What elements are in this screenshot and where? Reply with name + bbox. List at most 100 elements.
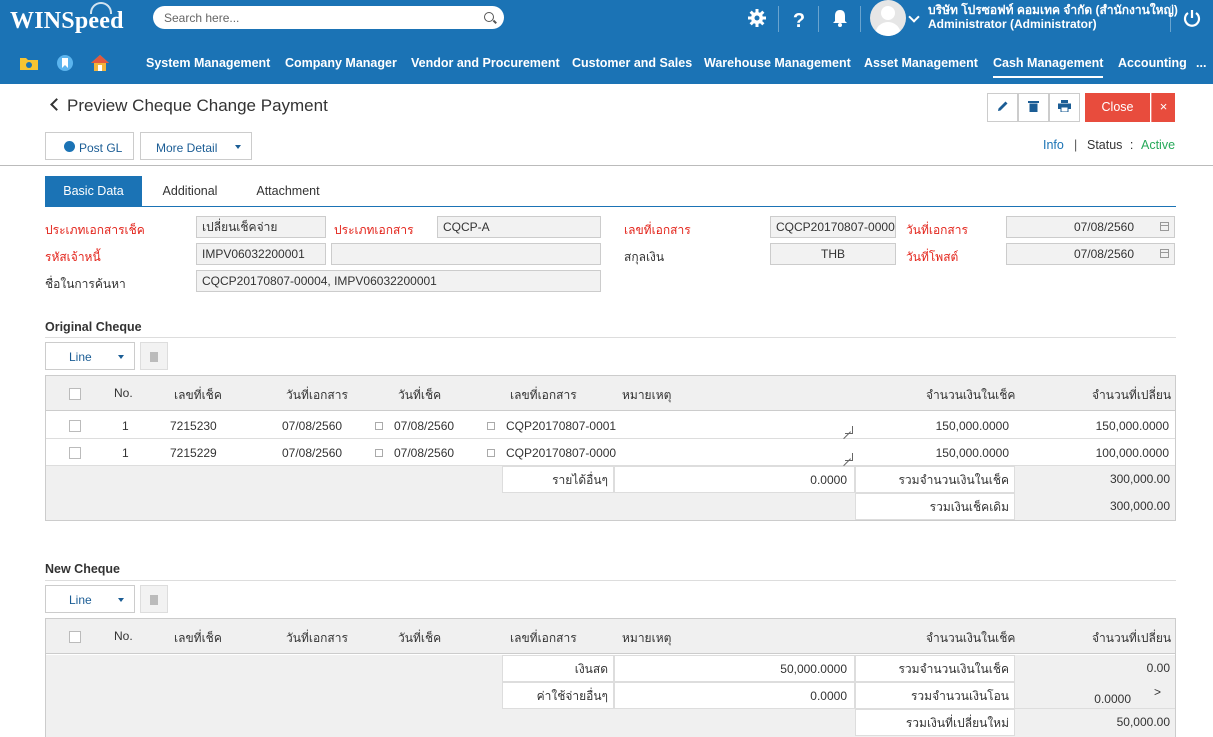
doc-date-field[interactable]: 07/08/2560 (1006, 216, 1175, 238)
print-button[interactable] (1049, 93, 1080, 122)
col-cheque-date: วันที่เช็ค (398, 631, 442, 645)
help-button[interactable]: ? (784, 4, 814, 32)
select-all-checkbox[interactable] (69, 631, 81, 643)
trash-icon (150, 352, 158, 362)
calendar-icon[interactable] (487, 422, 495, 430)
global-search (153, 6, 504, 29)
menu-vendor-procurement[interactable]: Vendor and Procurement (411, 56, 560, 70)
avatar[interactable] (870, 0, 906, 36)
caret-down-icon (235, 145, 241, 149)
col-cheque-no: เลขที่เช็ค (174, 631, 222, 645)
search-input[interactable] (164, 8, 474, 27)
bookmark-button[interactable] (56, 54, 76, 74)
new-delete-line-button[interactable] (140, 585, 168, 613)
tab-basic-data[interactable]: Basic Data (45, 176, 142, 207)
original-grid-footer: รายได้อื่นๆ 0.0000 รวมจำนวนเงินในเช็ค 30… (46, 466, 1175, 520)
tab-attachment[interactable]: Attachment (245, 176, 331, 207)
back-icon[interactable] (50, 98, 63, 111)
col-remark: หมายเหตุ (622, 631, 672, 645)
original-cheque-title: Original Cheque (45, 320, 142, 334)
calendar-icon[interactable] (1160, 249, 1169, 258)
question-icon: ? (792, 10, 806, 32)
currency-field[interactable]: THB (770, 243, 896, 265)
post-date-label: วันที่โพสต์ (906, 250, 959, 264)
doc-type-field[interactable]: CQCP-A (437, 216, 601, 238)
expand-arrow-icon[interactable]: > (1154, 685, 1161, 699)
power-icon (1183, 10, 1201, 27)
delete-button[interactable] (1018, 93, 1049, 122)
settings-button[interactable] (742, 4, 772, 32)
total-original-label: รวมเงินเช็คเดิม (855, 493, 1015, 520)
status-label: Status : (1087, 138, 1134, 152)
logout-button[interactable] (1177, 4, 1207, 32)
col-cheque-no: เลขที่เช็ค (174, 388, 222, 402)
col-changed: จำนวนที่เปลี่ยน (1092, 631, 1172, 645)
more-detail-button[interactable]: More Detail (140, 132, 252, 160)
resize-handle-icon[interactable] (845, 453, 853, 461)
doc-no-field[interactable]: CQCP20170807-00004 (770, 216, 896, 238)
menu-accounting[interactable]: Accounting (1118, 56, 1187, 70)
other-expense-field[interactable]: 0.0000 (614, 682, 855, 709)
notifications-button[interactable] (825, 4, 855, 32)
total-transfer-label: รวมจำนวนเงินโอน (855, 682, 1015, 709)
row-checkbox[interactable] (69, 420, 81, 432)
new-line-button[interactable]: Line (45, 585, 135, 613)
currency-label: สกุลเงิน (624, 250, 665, 264)
search-icon[interactable] (484, 12, 494, 22)
original-delete-line-button[interactable] (140, 342, 168, 370)
winspeed-logo[interactable]: WINSpeed (10, 2, 135, 40)
caret-down-icon (118, 355, 124, 359)
row-checkbox[interactable] (69, 447, 81, 459)
toolbar-divider (1170, 6, 1171, 32)
post-gl-button[interactable]: Post GL (45, 132, 134, 160)
total-transfer-value: 0.0000 (1015, 682, 1175, 709)
calendar-icon[interactable] (1160, 222, 1169, 231)
resize-handle-icon[interactable] (845, 426, 853, 434)
page-title: Preview Cheque Change Payment (67, 96, 328, 115)
main-menu: System Management Company Manager Vendor… (0, 44, 1213, 84)
col-doc-date: วันที่เอกสาร (286, 631, 348, 645)
menu-asset-management[interactable]: Asset Management (864, 56, 978, 70)
creditor-code-field[interactable]: IMPV06032200001 (196, 243, 326, 265)
calendar-icon[interactable] (375, 422, 383, 430)
chevron-down-icon[interactable] (908, 11, 920, 23)
select-all-checkbox[interactable] (69, 388, 81, 400)
cash-field[interactable]: 50,000.0000 (614, 655, 855, 682)
total-new-value: 50,000.00 (1015, 709, 1175, 736)
new-total-cheque-value: 0.00 (1015, 655, 1175, 682)
total-cheque-label: รวมจำนวนเงินในเช็ค (855, 466, 1015, 493)
creditor-name-field[interactable] (331, 243, 601, 265)
close-icon[interactable]: × (1151, 93, 1175, 122)
menu-company-manager[interactable]: Company Manager (285, 56, 397, 70)
folder-button[interactable] (19, 54, 39, 74)
gear-icon (748, 9, 766, 27)
other-income-field[interactable]: 0.0000 (614, 466, 855, 493)
col-remark: หมายเหตุ (622, 388, 672, 402)
menu-customer-sales[interactable]: Customer and Sales (572, 56, 692, 70)
original-line-button[interactable]: Line (45, 342, 135, 370)
tab-additional[interactable]: Additional (150, 176, 230, 207)
doc-type-label: ประเภทเอกสาร (334, 223, 414, 237)
table-row[interactable]: 1 7215230 07/08/2560 07/08/2560 CQP20170… (46, 412, 1175, 439)
doc-no-label: เลขที่เอกสาร (624, 223, 691, 237)
grid-header: No. เลขที่เช็ค วันที่เอกสาร วันที่เช็ค เ… (46, 619, 1175, 654)
menu-system-management[interactable]: System Management (146, 56, 270, 70)
post-date-field[interactable]: 07/08/2560 (1006, 243, 1175, 265)
bell-icon (833, 10, 847, 27)
table-row[interactable]: 1 7215229 07/08/2560 07/08/2560 CQP20170… (46, 439, 1175, 466)
menu-more[interactable]: ... (1196, 56, 1206, 70)
menu-warehouse-management[interactable]: Warehouse Management (704, 56, 851, 70)
calendar-icon[interactable] (487, 449, 495, 457)
search-name-field[interactable]: CQCP20170807-00004, IMPV06032200001 (196, 270, 601, 292)
col-amount: จำนวนเงินในเช็ค (926, 631, 1016, 645)
info-link[interactable]: Info (1043, 138, 1064, 152)
edit-button[interactable] (987, 93, 1018, 122)
cheque-doc-type-field[interactable]: เปลี่ยนเช็คจ่าย (196, 216, 326, 238)
close-button[interactable]: Close (1085, 93, 1150, 122)
user-name: Administrator (Administrator) (928, 17, 1097, 31)
menu-cash-management[interactable]: Cash Management (993, 56, 1104, 78)
home-button[interactable] (90, 54, 110, 74)
section-divider (45, 580, 1176, 581)
calendar-icon[interactable] (375, 449, 383, 457)
col-doc-no: เลขที่เอกสาร (510, 631, 577, 645)
